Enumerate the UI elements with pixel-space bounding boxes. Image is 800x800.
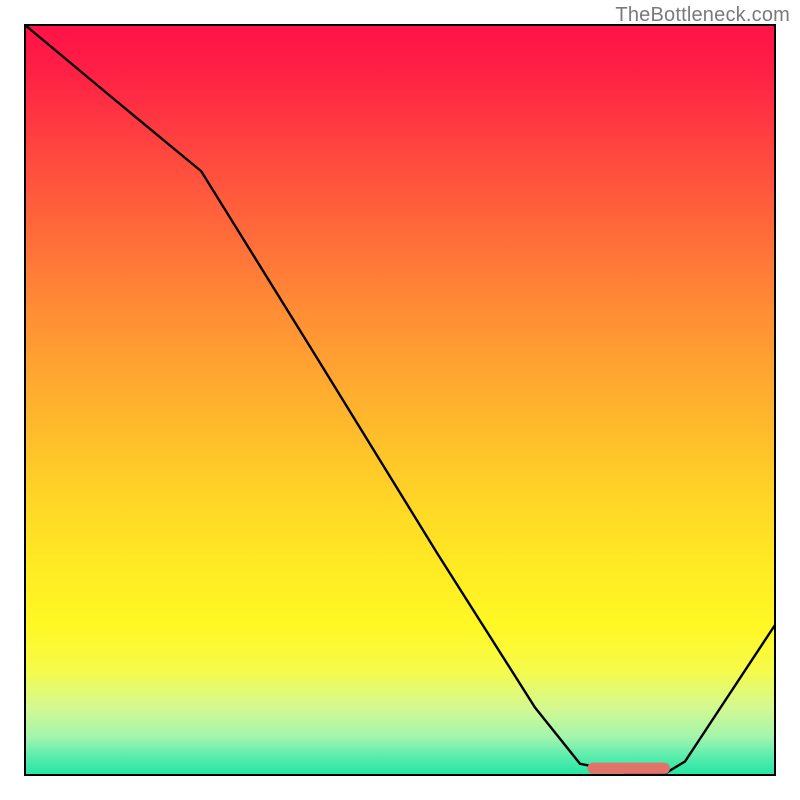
watermark-text: TheBottleneck.com [615,4,790,27]
chart-background-gradient [25,25,775,775]
chart-root: TheBottleneck.com [0,0,800,800]
optimal-zone-marker [588,763,671,774]
chart-svg [0,0,800,800]
